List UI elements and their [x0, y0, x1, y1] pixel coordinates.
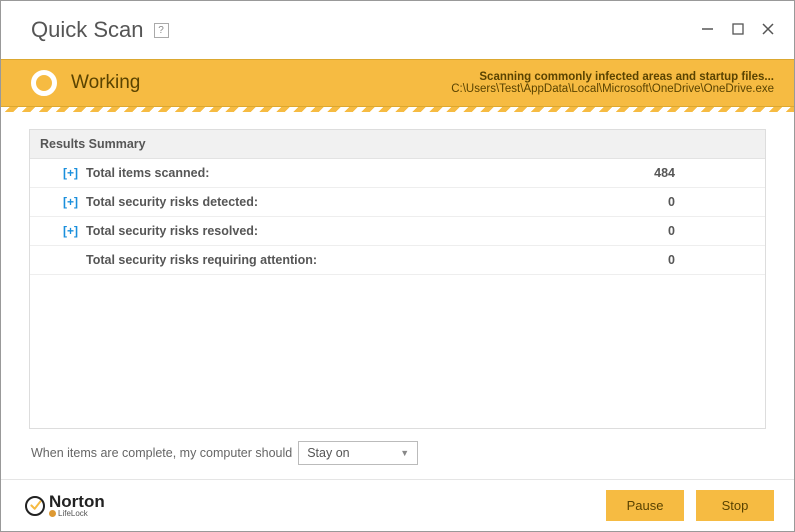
logo-text: Norton [49, 493, 105, 510]
results-summary: Results Summary [+] Total items scanned:… [29, 129, 766, 429]
stop-button[interactable]: Stop [696, 490, 774, 521]
status-headline: Scanning commonly infected areas and sta… [451, 71, 774, 83]
row-label: Total security risks resolved: [86, 224, 668, 238]
row-label: Total security risks detected: [86, 195, 668, 209]
expand-icon[interactable]: [+] [40, 224, 86, 238]
footer-buttons: Pause Stop [606, 490, 774, 521]
results-header: Results Summary [30, 130, 765, 159]
row-value: 484 [654, 166, 755, 180]
completion-label: When items are complete, my computer sho… [31, 446, 292, 460]
status-bar: Working Scanning commonly infected areas… [1, 59, 794, 107]
results-row: [+] Total security risks resolved: 0 [30, 217, 765, 246]
logo-dot-icon [49, 510, 56, 517]
pause-button[interactable]: Pause [606, 490, 684, 521]
close-button[interactable] [762, 22, 774, 38]
row-value: 0 [668, 253, 755, 267]
row-value: 0 [668, 224, 755, 238]
status-detail: Scanning commonly infected areas and sta… [451, 71, 774, 95]
window-controls [701, 22, 774, 38]
help-button[interactable]: ? [154, 23, 169, 38]
chevron-down-icon: ▼ [400, 448, 409, 458]
completion-dropdown[interactable]: Stay on ▼ [298, 441, 418, 465]
row-label: Total items scanned: [86, 166, 654, 180]
row-value: 0 [668, 195, 755, 209]
results-row: Total security risks requiring attention… [30, 246, 765, 275]
results-row: [+] Total security risks detected: 0 [30, 188, 765, 217]
dropdown-value: Stay on [307, 446, 349, 460]
content-area: Results Summary [+] Total items scanned:… [1, 107, 794, 479]
expand-icon[interactable]: [+] [40, 166, 86, 180]
status-label: Working [71, 72, 140, 94]
expand-icon[interactable]: [+] [40, 195, 86, 209]
checkmark-icon [25, 496, 45, 516]
maximize-button[interactable] [732, 22, 744, 38]
spinner-icon [31, 70, 57, 96]
row-label: Total security risks requiring attention… [86, 253, 668, 267]
results-row: [+] Total items scanned: 484 [30, 159, 765, 188]
completion-row: When items are complete, my computer sho… [29, 429, 766, 469]
window-title: Quick Scan [31, 17, 144, 43]
norton-logo: Norton LifeLock [25, 493, 105, 518]
status-path: C:\Users\Test\AppData\Local\Microsoft\On… [451, 83, 774, 95]
titlebar: Quick Scan ? [1, 1, 794, 59]
minimize-button[interactable] [701, 22, 714, 38]
footer: Norton LifeLock Pause Stop [1, 479, 794, 531]
